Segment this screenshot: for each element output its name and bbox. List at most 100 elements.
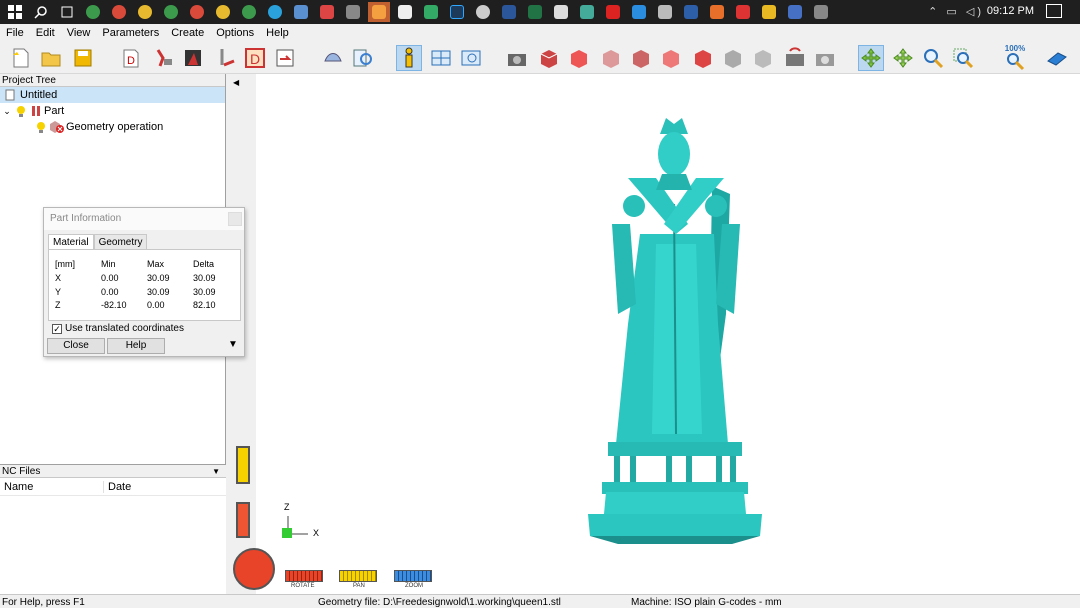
app-icon[interactable] — [420, 2, 442, 22]
app-icon[interactable] — [706, 2, 728, 22]
save-icon[interactable] — [70, 45, 96, 71]
chrome-app-icon[interactable] — [186, 2, 208, 22]
column-name[interactable]: Name — [0, 480, 104, 493]
tab-geometry[interactable]: Geometry — [93, 234, 148, 250]
tree-item-part[interactable]: ⌄ Part — [0, 103, 225, 119]
vscode-app-icon[interactable] — [628, 2, 650, 22]
telegram-app-icon[interactable] — [264, 2, 286, 22]
view-left-icon[interactable] — [628, 45, 654, 71]
inspect-icon[interactable] — [350, 45, 376, 71]
snapshot-icon[interactable] — [812, 45, 838, 71]
export-icon[interactable] — [272, 45, 298, 71]
view-right-icon[interactable] — [658, 45, 684, 71]
chrome-app-icon[interactable] — [238, 2, 260, 22]
view-iso-icon[interactable] — [536, 45, 562, 71]
app-icon[interactable] — [576, 2, 598, 22]
windows-start-icon[interactable] — [4, 2, 26, 22]
translated-coordinates-checkbox[interactable]: ✓ Use translated coordinates — [52, 323, 184, 334]
menu-parameters[interactable]: Parameters — [96, 27, 165, 39]
app-icon[interactable] — [784, 2, 806, 22]
d-geometry-icon[interactable]: D — [242, 45, 268, 71]
notifications-icon[interactable] — [1046, 4, 1062, 18]
drill-icon[interactable] — [212, 45, 238, 71]
close-button[interactable]: Close — [47, 338, 105, 354]
game-app-icon[interactable] — [316, 2, 338, 22]
app-icon[interactable] — [472, 2, 494, 22]
zoom-window-icon[interactable] — [950, 45, 976, 71]
tree-item-geometry-operation[interactable]: Geometry operation — [0, 119, 225, 135]
photo-app-icon[interactable] — [290, 2, 312, 22]
pan-view-icon[interactable] — [890, 45, 916, 71]
lightbulb-icon[interactable] — [14, 104, 28, 118]
checkmark-icon[interactable]: ✓ — [52, 323, 62, 334]
zoom-mode-button[interactable] — [394, 570, 432, 582]
view-back-icon[interactable] — [598, 45, 624, 71]
expand-arrow-icon[interactable]: ▼ — [228, 339, 238, 350]
view-front-icon[interactable] — [566, 45, 592, 71]
excel-app-icon[interactable] — [524, 2, 546, 22]
layout-icon[interactable] — [428, 45, 454, 71]
3d-viewport[interactable]: Z X — [256, 74, 1080, 594]
open-folder-icon[interactable] — [38, 45, 64, 71]
pan-mode-button[interactable] — [339, 570, 377, 582]
photoshop-app-icon[interactable] — [446, 2, 468, 22]
tree-item-untitled[interactable]: Untitled — [0, 87, 225, 103]
shape-icon[interactable] — [320, 45, 346, 71]
chrome-app-icon[interactable] — [212, 2, 234, 22]
menu-create[interactable]: Create — [165, 27, 210, 39]
view-window-icon[interactable] — [458, 45, 484, 71]
word-app-icon[interactable] — [498, 2, 520, 22]
search-icon[interactable] — [30, 2, 52, 22]
rotate-mode-button[interactable] — [285, 570, 323, 582]
menu-options[interactable]: Options — [210, 27, 260, 39]
taskbar-clock[interactable]: 09:12 PM — [987, 5, 1034, 17]
expand-chevron-icon[interactable]: ⌄ — [0, 106, 14, 117]
view-top-icon[interactable] — [690, 45, 716, 71]
refresh-view-icon[interactable] — [782, 45, 808, 71]
stock-icon[interactable] — [180, 45, 206, 71]
chrome-app-icon[interactable] — [160, 2, 182, 22]
mouse-mode-wheel-icon[interactable] — [233, 548, 275, 590]
zoom-in-icon[interactable] — [920, 45, 946, 71]
help-button[interactable]: Help — [107, 338, 165, 354]
tab-material[interactable]: Material — [48, 234, 94, 250]
view-solid-icon[interactable] — [750, 45, 776, 71]
info-icon[interactable] — [396, 45, 422, 71]
import-geometry-icon[interactable]: D — [118, 45, 144, 71]
rotate-view-icon[interactable] — [858, 45, 884, 71]
column-date[interactable]: Date — [104, 481, 131, 493]
dropdown-arrow-icon[interactable]: ▼ — [212, 465, 226, 477]
row-axis: X — [55, 273, 62, 283]
queen-model-render[interactable] — [256, 74, 1080, 594]
menu-help[interactable]: Help — [260, 27, 295, 39]
chrome-app-icon[interactable] — [134, 2, 156, 22]
tool-path-icon[interactable] — [150, 45, 176, 71]
menu-view[interactable]: View — [61, 27, 97, 39]
view-bottom-icon[interactable] — [720, 45, 746, 71]
red-slider-button[interactable] — [236, 502, 250, 538]
chrome-app-icon[interactable] — [82, 2, 104, 22]
task-view-icon[interactable] — [56, 2, 78, 22]
help-book-icon[interactable] — [1044, 45, 1070, 71]
cam-app-icon[interactable] — [368, 2, 390, 22]
lightbulb-icon[interactable] — [34, 120, 48, 134]
app-icon[interactable] — [758, 2, 780, 22]
menu-edit[interactable]: Edit — [30, 27, 61, 39]
app-icon[interactable] — [810, 2, 832, 22]
new-file-icon[interactable] — [8, 45, 34, 71]
collapse-panel-icon[interactable]: ◀ — [233, 78, 239, 87]
mail-app-icon[interactable] — [342, 2, 364, 22]
app-icon[interactable] — [654, 2, 676, 22]
acrobat-app-icon[interactable] — [602, 2, 624, 22]
zoom-100-button[interactable]: 100% — [1000, 44, 1030, 71]
camera-icon[interactable] — [504, 45, 530, 71]
yellow-slider-button[interactable] — [236, 446, 250, 484]
app-icon[interactable] — [732, 2, 754, 22]
app-icon[interactable] — [550, 2, 572, 22]
dialog-close-icon[interactable] — [228, 212, 242, 226]
zotero-app-icon[interactable] — [680, 2, 702, 22]
chrome-app-icon[interactable] — [108, 2, 130, 22]
app-icon[interactable] — [394, 2, 416, 22]
system-tray-icons[interactable]: ⌃ ▭ ◁) — [928, 5, 984, 18]
menu-file[interactable]: File — [0, 27, 30, 39]
